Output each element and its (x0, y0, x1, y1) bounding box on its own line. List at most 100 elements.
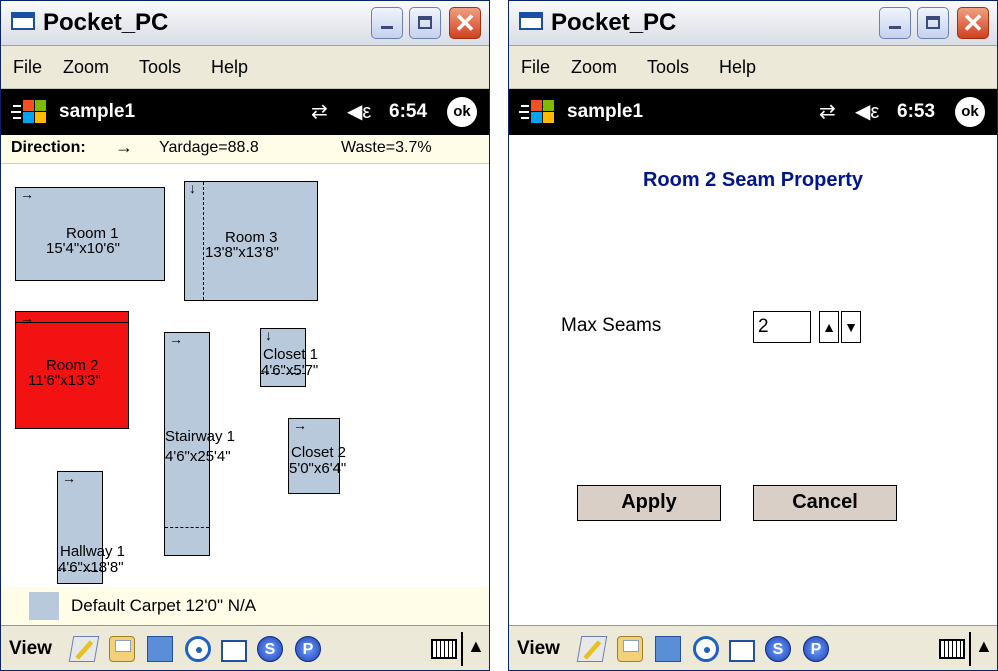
maximize-icon (410, 8, 440, 38)
volume-icon[interactable]: ◀ε (855, 99, 879, 124)
command-bar: View S P ▲ (1, 625, 489, 670)
room-tile-room-3[interactable]: ↓ Room 3 13'8"x13'8" (184, 180, 318, 301)
volume-icon[interactable]: ◀ε (347, 99, 371, 124)
direction-arrow-icon: → (115, 137, 133, 157)
device-status-bar: sample1 ⇄ ◀ε 6:53 ok (509, 89, 997, 135)
carpet-legend: Default Carpet 12'0" N/A (1, 587, 489, 625)
grain-direction-icon: → (293, 417, 307, 433)
waste-value: Waste=3.7% (341, 139, 432, 156)
ok-button[interactable]: ok (955, 97, 985, 127)
seam-line (16, 322, 128, 323)
menu-file[interactable]: File (521, 57, 550, 78)
room-tile-hallway-1[interactable]: → Hallway 1 4'6"x18'8" (57, 470, 125, 584)
menu-bar: File Zoom Tools Help (1, 46, 489, 89)
layer-icon[interactable] (655, 636, 681, 662)
room-size: 4'6"x18'8" (58, 559, 124, 576)
room-name: Stairway 1 (165, 428, 236, 445)
connectivity-icon[interactable]: ⇄ (311, 99, 328, 124)
title-bar[interactable]: Pocket_PC ✕ (1, 1, 489, 46)
floorplan-canvas[interactable]: → Room 1 15'4"x10'6" ↓ Room 3 13'8"x13'8… (1, 164, 489, 584)
sip-divider (969, 632, 971, 666)
sip-divider (461, 632, 463, 666)
carpet-color-swatch (29, 592, 59, 620)
room-name: Hallway 1 (60, 543, 126, 560)
menu-help[interactable]: Help (719, 57, 756, 78)
layer-icon[interactable] (147, 636, 173, 662)
windows-start-icon[interactable] (519, 98, 559, 126)
menu-help[interactable]: Help (211, 57, 248, 78)
room-size: 15'4"x10'6" (46, 240, 120, 257)
grain-direction-icon: → (62, 470, 76, 486)
minimize-icon (880, 8, 910, 38)
max-seams-input[interactable]: 2 (753, 311, 811, 343)
print-icon[interactable] (109, 636, 135, 662)
clock[interactable]: 6:54 (389, 101, 427, 123)
minimize-button[interactable] (879, 7, 911, 39)
menu-zoom[interactable]: Zoom (63, 57, 109, 78)
edit-pen-icon[interactable] (576, 636, 608, 662)
rotate-icon[interactable] (693, 636, 719, 662)
maximize-button[interactable] (917, 7, 949, 39)
grain-direction-icon: → (20, 310, 34, 326)
window-app-icon (11, 12, 35, 30)
view-menu[interactable]: View (517, 638, 560, 660)
ok-button[interactable]: ok (447, 97, 477, 127)
windows-start-icon[interactable] (11, 98, 51, 126)
spin-up-button[interactable]: ▲ (819, 311, 839, 343)
room-tile-closet-2[interactable]: → Closet 2 5'0"x6'4" (288, 417, 346, 494)
close-button[interactable]: ✕ (449, 7, 481, 39)
measure-icon[interactable] (221, 640, 247, 662)
room-tile-room-1[interactable]: → Room 1 15'4"x10'6" (15, 186, 165, 281)
edit-pen-icon[interactable] (68, 636, 100, 662)
view-menu[interactable]: View (9, 638, 52, 660)
document-title: sample1 (59, 101, 136, 122)
clock[interactable]: 6:53 (897, 101, 935, 123)
room-tile-stairway-1[interactable]: → Stairway 1 4'6"x25'4" (164, 331, 235, 556)
seam-property-dialog: Room 2 Seam Property Max Seams 2 ▲ ▼ App… (509, 135, 997, 625)
room-size: 4'6"x25'4" (165, 448, 231, 465)
grain-direction-icon: → (20, 186, 34, 202)
room-name: Closet 2 (291, 444, 347, 461)
room-tile-room-2[interactable]: → Room 2 11'6"x13'3" (15, 310, 129, 429)
p-button-icon[interactable]: P (803, 636, 829, 662)
minimize-button[interactable] (371, 7, 403, 39)
window-title: Pocket_PC (551, 9, 677, 36)
sip-arrow-icon[interactable]: ▲ (467, 636, 485, 657)
rotate-icon[interactable] (185, 636, 211, 662)
dialog-title: Room 2 Seam Property (642, 169, 864, 191)
measure-icon[interactable] (729, 640, 755, 662)
seam-line (203, 182, 204, 300)
room-name: Closet 1 (263, 346, 319, 363)
room-size: 11'6"x13'3" (28, 372, 101, 389)
spin-down-button[interactable]: ▼ (841, 311, 861, 343)
p-button-icon[interactable]: P (295, 636, 321, 662)
s-button-icon[interactable]: S (765, 636, 791, 662)
menu-file[interactable]: File (13, 57, 42, 78)
menu-zoom[interactable]: Zoom (571, 57, 617, 78)
cancel-button[interactable]: Cancel (753, 485, 897, 521)
keyboard-icon[interactable] (939, 639, 965, 659)
room-size: 13'8"x13'8" (205, 244, 279, 261)
apply-button[interactable]: Apply (577, 485, 721, 521)
command-bar: View S P ▲ (509, 625, 997, 670)
menu-tools[interactable]: Tools (647, 57, 689, 78)
device-status-bar: sample1 ⇄ ◀ε 6:54 ok (1, 89, 489, 135)
document-title: sample1 (567, 101, 644, 122)
close-button[interactable]: ✕ (957, 7, 989, 39)
sip-arrow-icon[interactable]: ▲ (975, 636, 993, 657)
pocketpc-window-layout: Pocket_PC ✕ File Zoom Tools Help sample1… (0, 0, 490, 671)
title-bar[interactable]: Pocket_PC ✕ (509, 1, 997, 46)
print-icon[interactable] (617, 636, 643, 662)
window-app-icon (519, 12, 543, 30)
keyboard-icon[interactable] (431, 639, 457, 659)
maximize-button[interactable] (409, 7, 441, 39)
layout-info-bar: Direction: → Yardage=88.8 Waste=3.7% (1, 135, 489, 164)
seam-line (165, 527, 209, 528)
room-tile-closet-1[interactable]: ↓ Closet 1 4'6"x5'7" (260, 327, 318, 387)
close-icon: ✕ (962, 8, 984, 38)
menu-tools[interactable]: Tools (139, 57, 181, 78)
s-button-icon[interactable]: S (257, 636, 283, 662)
connectivity-icon[interactable]: ⇄ (819, 99, 836, 124)
menu-bar: File Zoom Tools Help (509, 46, 997, 89)
yardage-value: Yardage=88.8 (159, 139, 259, 156)
